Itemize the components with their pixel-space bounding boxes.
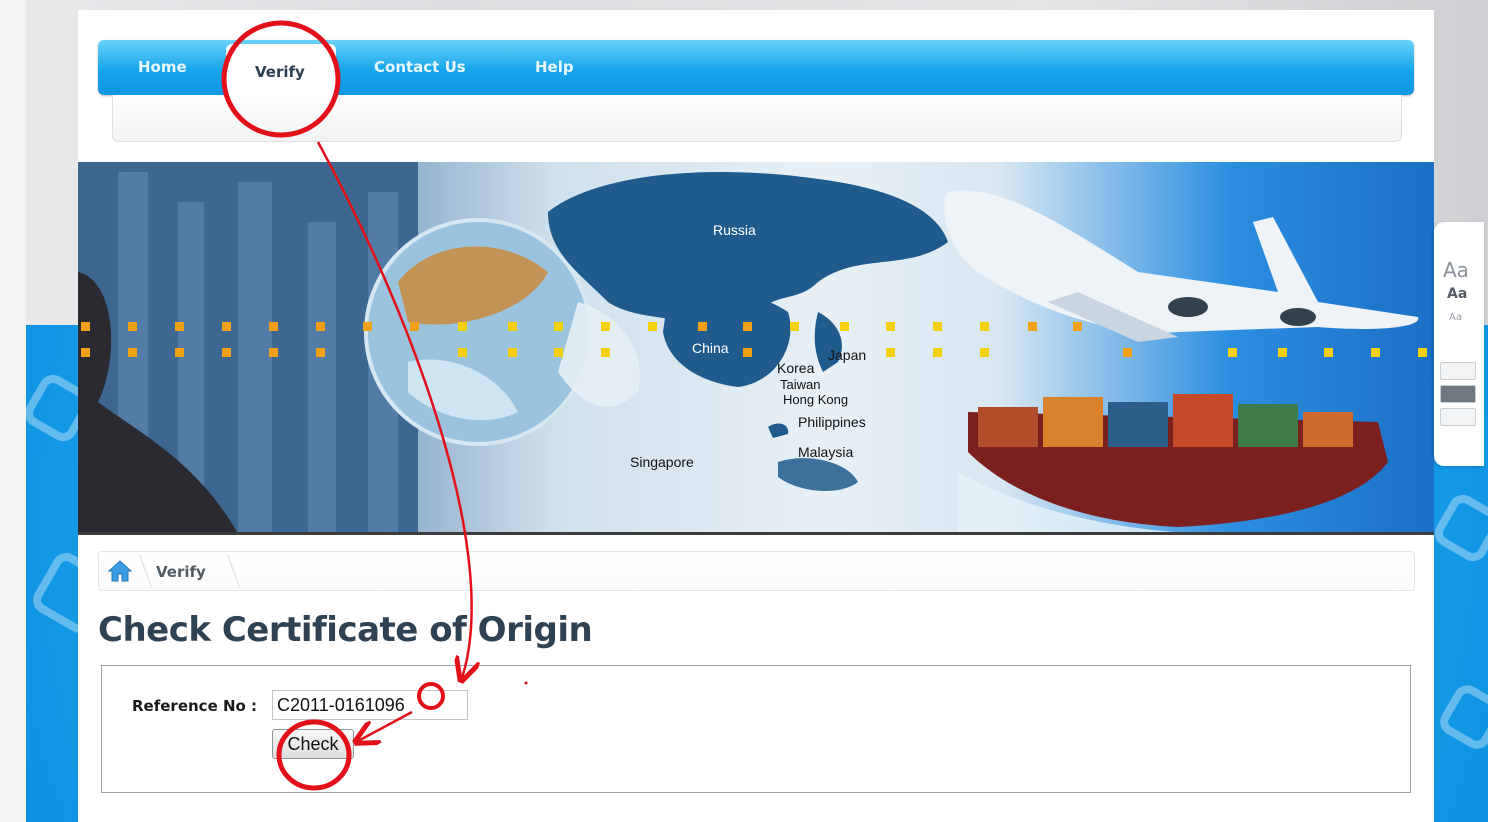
nav-contact-us[interactable]: Contact Us xyxy=(374,58,466,76)
layout-narrow-icon[interactable] xyxy=(1440,362,1476,380)
nav-help[interactable]: Help xyxy=(535,58,574,76)
page-left-strip xyxy=(0,0,26,822)
map-label-japan: Japan xyxy=(828,347,867,363)
map-label-hongkong: Hong Kong xyxy=(783,392,849,407)
map-label-korea: Korea xyxy=(777,360,815,376)
check-button[interactable]: Check xyxy=(272,729,354,759)
map-china xyxy=(663,289,791,387)
nav-home[interactable]: Home xyxy=(138,58,187,76)
nav-verify-active-tab[interactable]: Verify xyxy=(226,44,336,100)
nav-verify-label: Verify xyxy=(255,63,305,81)
breadcrumb: Verify xyxy=(98,551,1415,591)
containers xyxy=(978,394,1353,447)
breadcrumb-separator xyxy=(216,554,241,588)
map-label-china: China xyxy=(692,340,729,356)
font-size-small-button[interactable]: Aa xyxy=(1449,312,1462,323)
map-label-singapore: Singapore xyxy=(630,454,694,470)
map-label-taiwan: Taiwan xyxy=(780,377,821,392)
layout-wide-icon[interactable] xyxy=(1440,408,1476,426)
page-title: Check Certificate of Origin xyxy=(98,610,593,650)
nav-subbar xyxy=(112,95,1402,142)
banner-illustration xyxy=(78,162,1427,534)
map-label-russia: Russia xyxy=(713,222,756,238)
breadcrumb-current: Verify xyxy=(156,563,206,581)
map-label-malaysia: Malaysia xyxy=(798,444,854,460)
header-banner: Russia China Japan Korea Taiwan Hong Kon… xyxy=(78,162,1434,534)
layout-medium-icon[interactable] xyxy=(1440,385,1476,403)
reference-no-input[interactable] xyxy=(272,690,468,720)
map-japan xyxy=(814,312,842,372)
banner-bottom-border xyxy=(78,532,1434,535)
map-label-philippines: Philippines xyxy=(798,414,866,430)
font-size-medium-button[interactable]: Aa xyxy=(1447,286,1467,302)
home-icon[interactable] xyxy=(107,558,133,584)
font-size-large-button[interactable]: Aa xyxy=(1443,258,1469,282)
font-size-widget: Aa Aa Aa xyxy=(1434,222,1484,466)
reference-no-label: Reference No : xyxy=(132,697,258,715)
